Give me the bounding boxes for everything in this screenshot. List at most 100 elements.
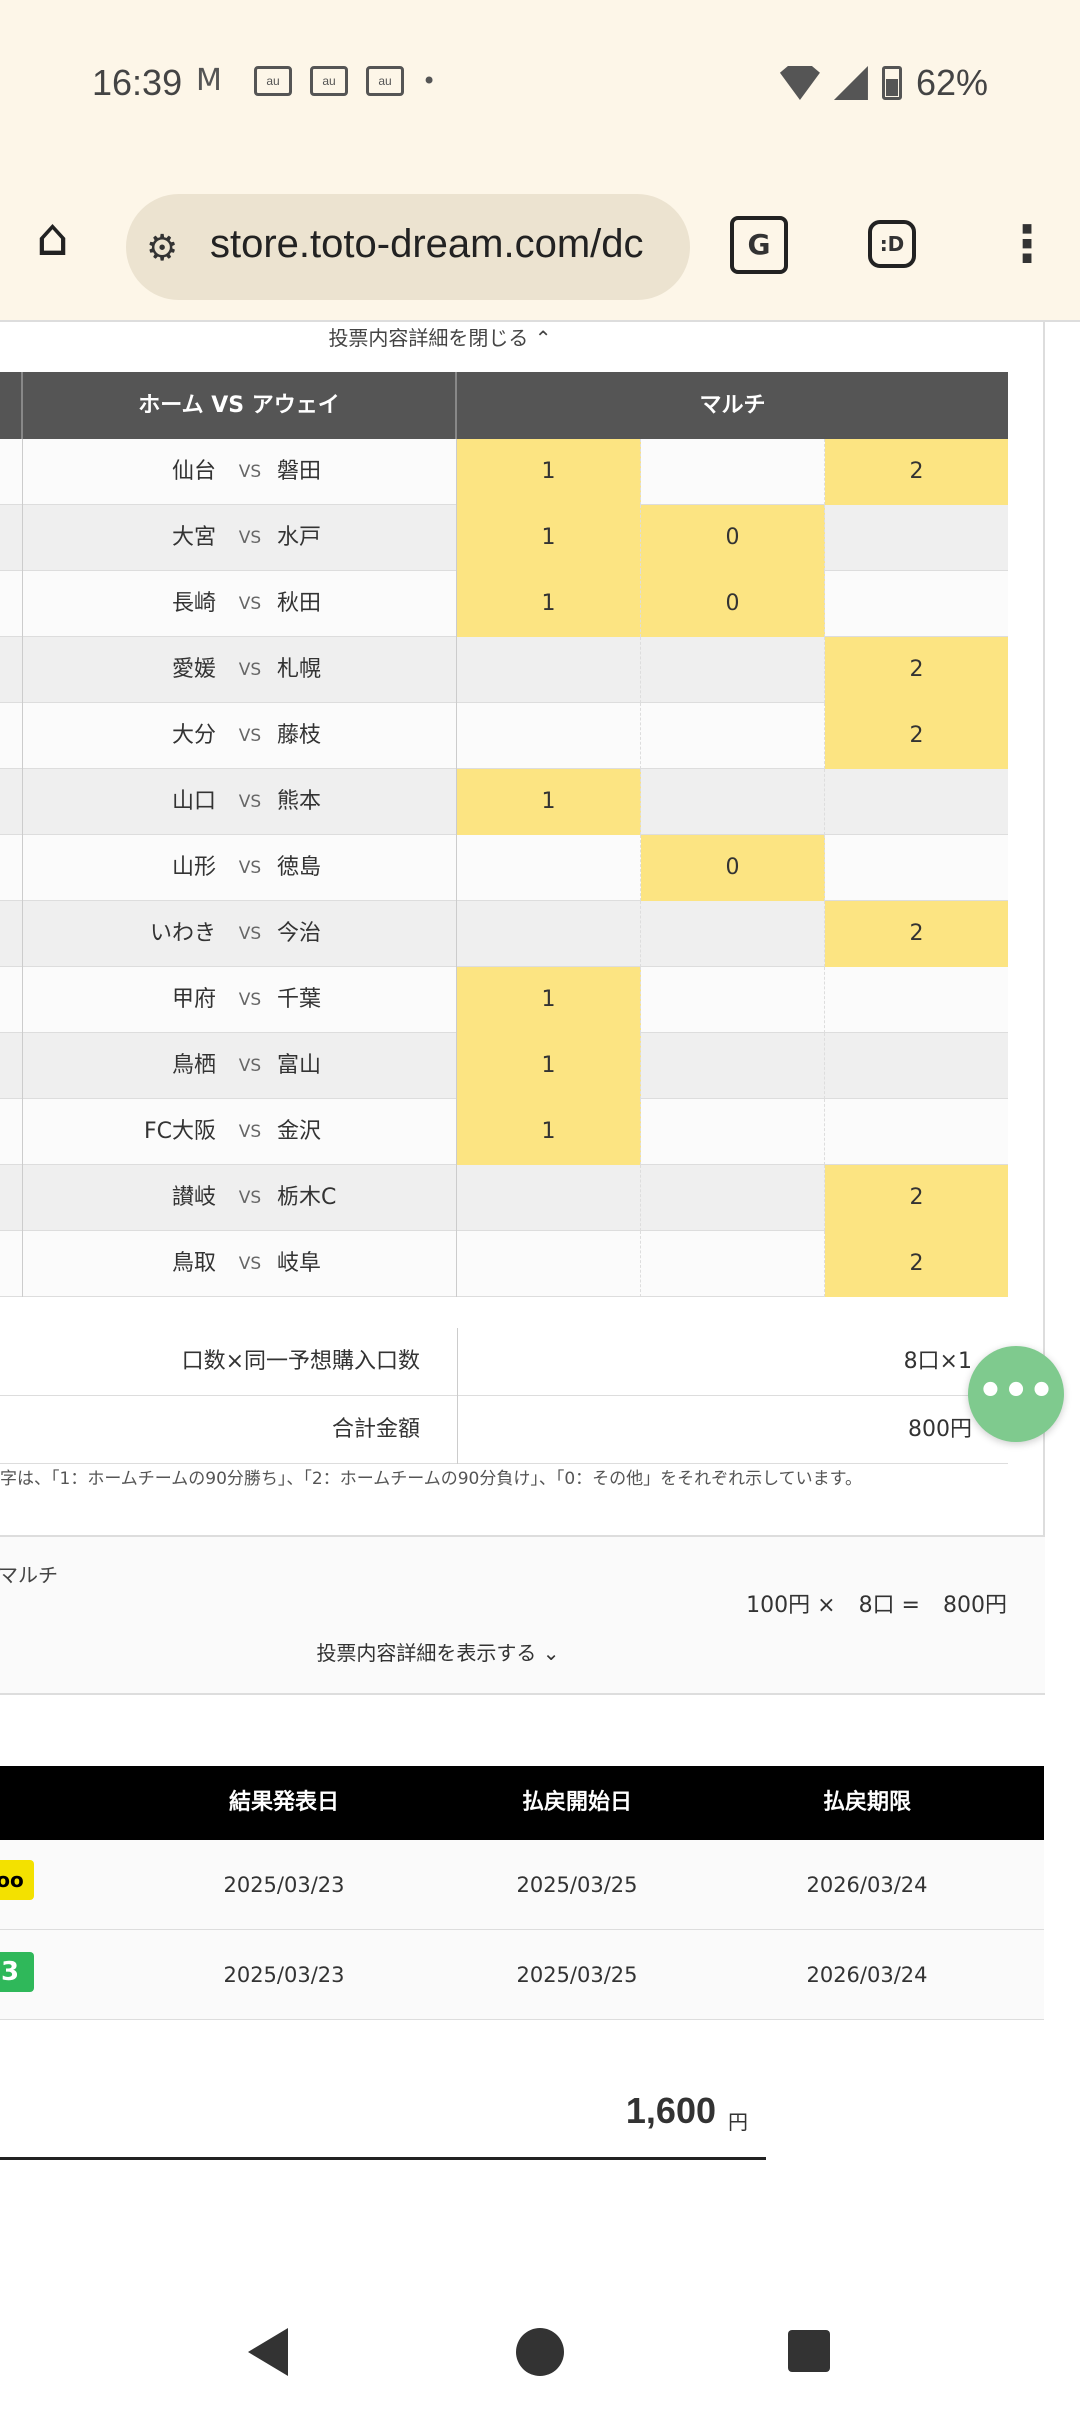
floating-action-button[interactable]: ••• <box>968 1346 1064 1442</box>
au-notification-icon: au <box>254 66 292 96</box>
row-stub <box>0 703 23 769</box>
pick-cell-0 <box>641 769 825 835</box>
vs-label: VS <box>238 990 262 1010</box>
pick-cell-1 <box>457 901 641 967</box>
pick-cell-2 <box>825 835 1008 901</box>
pick-cell-2 <box>825 967 1008 1033</box>
toto-logo-icon: oo <box>0 1860 34 1900</box>
pick-cell-0: 0 <box>641 571 825 637</box>
home-team: 山口 <box>171 789 216 814</box>
table-row: 長崎 VS 秋田 1 0 <box>0 571 1008 637</box>
pick-cell-1: 1 <box>457 769 641 835</box>
match-cell: 愛媛 VS 札幌 <box>23 637 457 703</box>
pick-cell-1: 1 <box>457 967 641 1033</box>
pick-cell-2: 2 <box>825 1231 1008 1297</box>
table-row: 鳥栖 VS 富山 1 <box>0 1033 1008 1099</box>
vs-label: VS <box>238 1056 262 1076</box>
row-stub <box>0 1165 23 1231</box>
translate-icon[interactable]: G <box>730 216 788 274</box>
match-cell: 讃岐 VS 栃木C <box>23 1165 457 1231</box>
away-team: 磐田 <box>277 459 322 484</box>
units-label: 口数×同一予想購入口数 <box>181 1349 420 1374</box>
results-row: 3 2025/03/23 2025/03/25 2026/03/24 <box>0 1930 1044 2020</box>
more-menu-icon[interactable]: ⋮ <box>1002 214 1052 274</box>
pick-cell-1 <box>457 1165 641 1231</box>
away-team: 札幌 <box>277 657 322 682</box>
back-icon[interactable] <box>248 2328 288 2376</box>
row-stub <box>0 1099 23 1165</box>
bet-calculation: 100円 × 8口 = 800円 <box>730 1587 1007 1619</box>
table-row: 讃岐 VS 栃木C 2 <box>0 1165 1008 1231</box>
vs-label: VS <box>238 462 262 482</box>
home-team: 長崎 <box>171 591 216 616</box>
pick-cell-2: 2 <box>825 637 1008 703</box>
gmail-icon: M <box>196 63 222 98</box>
extension-icon[interactable]: :D <box>868 220 916 268</box>
table-header: ホーム VS アウェイ マルチ <box>0 372 1008 439</box>
header-stub <box>0 372 23 439</box>
table-row: FC大阪 VS 金沢 1 <box>0 1099 1008 1165</box>
divider <box>457 1328 458 1396</box>
away-team: 金沢 <box>277 1119 322 1144</box>
match-cell: FC大阪 VS 金沢 <box>23 1099 457 1165</box>
pick-cell-1 <box>457 703 641 769</box>
match-cell: 甲府 VS 千葉 <box>23 967 457 1033</box>
recents-icon[interactable] <box>788 2330 830 2372</box>
vs-label: VS <box>238 1254 262 1274</box>
away-team: 徳島 <box>277 855 322 880</box>
notification-icons: M au au au • <box>196 66 436 96</box>
mini-toto-logo-icon: 3 <box>0 1952 34 1992</box>
row-stub <box>0 439 23 505</box>
pick-cell-2: 2 <box>825 439 1008 505</box>
payout-start-date: 2025/03/25 <box>516 1873 638 1897</box>
pick-cell-1: 1 <box>457 1033 641 1099</box>
match-cell: 山形 VS 徳島 <box>23 835 457 901</box>
grand-total-unit: 円 <box>728 2110 748 2134</box>
vs-label: VS <box>238 660 262 680</box>
bet-amount: 800円 <box>943 1593 1007 1618</box>
match-cell: 大宮 VS 水戸 <box>23 505 457 571</box>
payout-start-date: 2025/03/25 <box>516 1963 638 1987</box>
home-team: 鳥取 <box>171 1251 216 1276</box>
vs-label: VS <box>238 858 262 878</box>
away-team: 水戸 <box>277 525 322 550</box>
row-stub <box>0 1033 23 1099</box>
home-circle-icon[interactable] <box>516 2328 564 2376</box>
home-icon[interactable]: ⌂ <box>36 210 92 266</box>
close-detail-toggle[interactable]: 投票内容詳細を閉じる ⌃ <box>0 322 880 351</box>
table-row: 甲府 VS 千葉 1 <box>0 967 1008 1033</box>
away-team: 栃木C <box>277 1185 337 1210</box>
pick-cell-0 <box>641 439 825 505</box>
total-value: 800円 <box>908 1417 972 1442</box>
battery-percent: 62% <box>915 62 988 103</box>
away-team: 千葉 <box>277 987 322 1012</box>
table-row: いわき VS 今治 2 <box>0 901 1008 967</box>
away-team: 秋田 <box>277 591 322 616</box>
match-cell: 長崎 VS 秋田 <box>23 571 457 637</box>
pick-cell-0 <box>641 1165 825 1231</box>
status-time: 16:39 <box>92 62 183 103</box>
away-team: 藤枝 <box>277 723 322 748</box>
header-payout-start: 払戻開始日 <box>521 1790 632 1815</box>
payout-deadline: 2026/03/24 <box>806 1873 928 1897</box>
row-stub <box>0 769 23 835</box>
au-notification-icon: au <box>310 66 348 96</box>
url-text[interactable]: store.toto-dream.com/dc <box>210 222 644 267</box>
browser-toolbar: ⌂ ⚙ store.toto-dream.com/dc G :D ⋮ <box>0 180 1080 322</box>
pick-cell-2 <box>825 1099 1008 1165</box>
show-detail-toggle[interactable]: 投票内容詳細を表示する ⌄ <box>0 1637 878 1666</box>
row-stub <box>0 571 23 637</box>
away-team: 岐阜 <box>277 1251 322 1276</box>
home-team: 愛媛 <box>171 657 216 682</box>
pick-cell-1: 1 <box>457 439 641 505</box>
results-header: 結果発表日 払戻開始日 払戻期限 <box>0 1766 1044 1840</box>
system-nav-bar <box>0 2282 1080 2424</box>
legend-note: 字は、「1：ホームチームの90分勝ち」、「2：ホームチームの90分負け」、「0：… <box>0 1469 862 1489</box>
pick-cell-0: 0 <box>641 835 825 901</box>
url-bar[interactable]: ⚙ store.toto-dream.com/dc <box>126 194 690 300</box>
announce-date: 2025/03/23 <box>223 1873 345 1897</box>
site-settings-icon[interactable]: ⚙ <box>146 228 178 269</box>
unit-count: 8口 = <box>858 1593 920 1618</box>
status-bar: 16:39 M au au au • 62% <box>0 0 1080 180</box>
pick-cell-2 <box>825 769 1008 835</box>
